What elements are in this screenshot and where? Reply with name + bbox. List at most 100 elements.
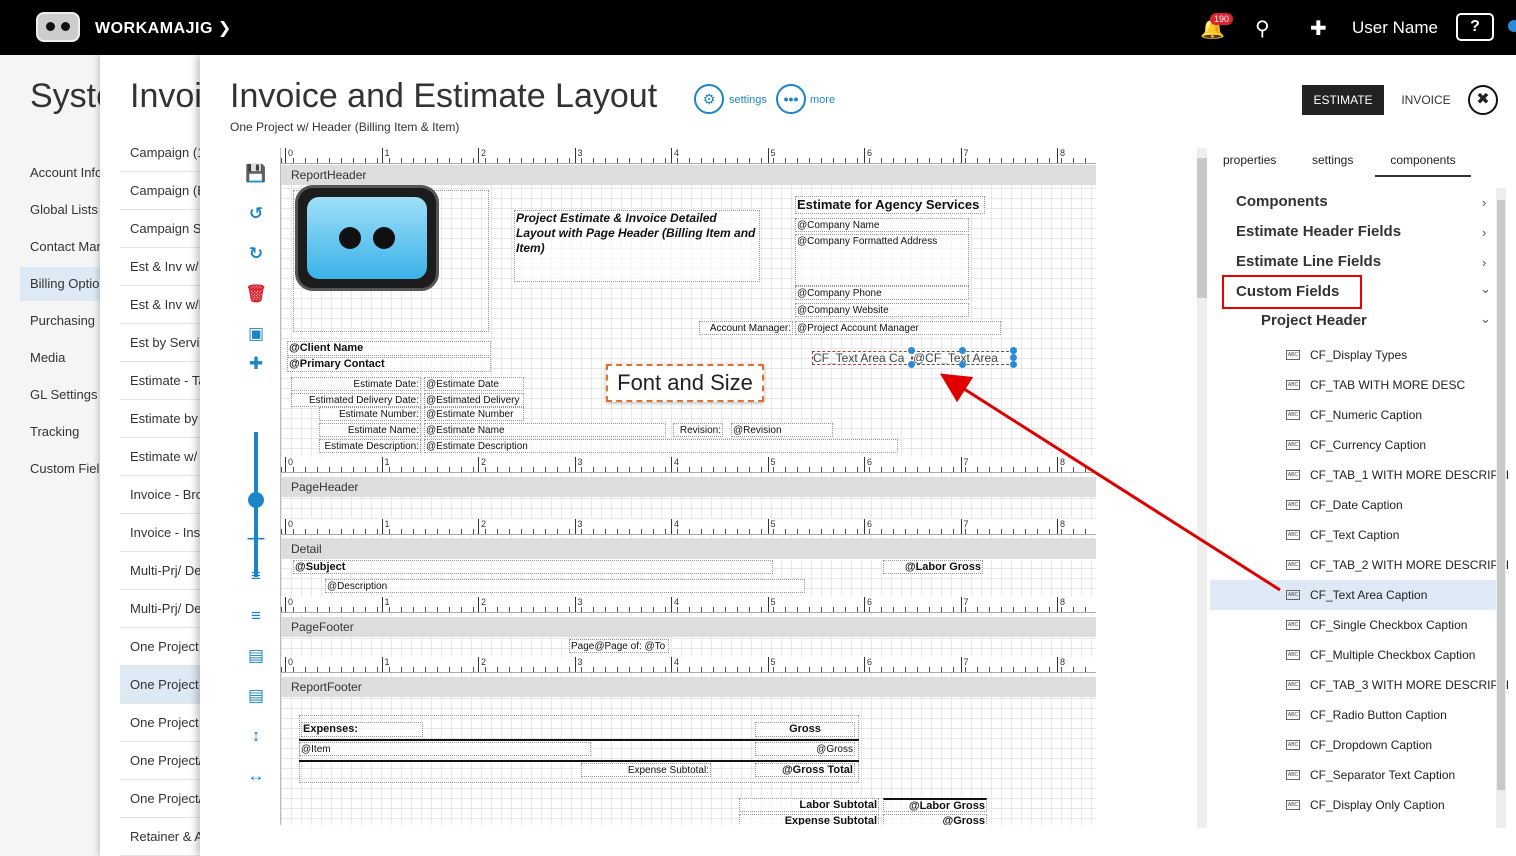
close-button[interactable]: ✖ <box>1468 85 1498 115</box>
custom-field-item[interactable]: ABC CF_TAB_1 WITH MORE DESCRIPTI <box>1210 460 1509 490</box>
system-menu-item[interactable]: Account Info <box>20 156 110 190</box>
invoice-toggle-button[interactable]: INVOICE <box>1390 85 1462 115</box>
gross-column-label[interactable]: Gross <box>755 722 855 737</box>
section-estimate-line-fields[interactable]: Estimate Line Fields <box>1236 253 1381 270</box>
resize-handle[interactable] <box>959 361 966 368</box>
estimate-date-label[interactable]: Estimate Date: <box>291 377 421 391</box>
custom-field-item[interactable]: ABC CF_Text Caption <box>1210 520 1496 550</box>
layout-list-item[interactable]: Retainer & A <box>120 818 210 856</box>
layout-list-item[interactable]: Invoice - Inse <box>120 514 210 552</box>
custom-field-item[interactable]: ABC CF_Numeric Caption <box>1210 400 1496 430</box>
labor-gross-field[interactable]: @Labor Gross <box>883 560 983 574</box>
custom-field-item[interactable]: ABC CF_TAB_3 WITH MORE DESCRIPTI <box>1210 670 1509 700</box>
custom-field-item[interactable]: ABC CF_Single Checkbox Caption <box>1210 610 1496 640</box>
trash-icon[interactable]: 🗑 <box>245 283 267 305</box>
layout-list-item[interactable]: Estimate w/ ( <box>120 438 210 476</box>
plus-icon[interactable]: ✚ <box>1310 16 1327 41</box>
revision-field[interactable]: @Revision <box>731 423 833 437</box>
company-name-field[interactable]: @Company Name <box>795 218 969 232</box>
custom-field-item[interactable]: ABC CF_Multiple Checkbox Caption <box>1210 640 1496 670</box>
band-report-footer[interactable]: ReportFooter <box>281 677 1096 697</box>
layout-list-item[interactable]: One Project S <box>120 628 210 666</box>
align-top-icon[interactable]: ▤ <box>245 645 267 667</box>
system-menu-item[interactable]: GL Settings <box>20 378 110 412</box>
app-name-menu[interactable]: WORKAMAJIG ❯ <box>95 18 232 38</box>
custom-field-item[interactable]: ABC CF_Separator Text Caption <box>1210 760 1496 790</box>
system-menu-item[interactable]: Purchasing <box>20 304 110 338</box>
band-page-header[interactable]: PageHeader <box>281 477 1096 497</box>
zoom-out-icon[interactable]: — <box>245 527 267 549</box>
section-components[interactable]: Components <box>1236 193 1328 210</box>
delivery-date-label[interactable]: Estimated Delivery Date: <box>291 393 421 407</box>
account-manager-label[interactable]: Account Manager: <box>699 321 793 335</box>
custom-field-item[interactable]: ABC CF_Radio Button Caption <box>1210 700 1496 730</box>
estimate-description-label[interactable]: Estimate Description: <box>319 439 421 453</box>
layout-title-field[interactable]: Project Estimate & Invoice Detailed Layo… <box>514 210 760 282</box>
account-manager-field[interactable]: @Project Account Manager <box>795 321 1001 335</box>
tab-settings[interactable]: settings <box>1312 153 1353 167</box>
layout-list-item[interactable]: Multi-Prj/ De <box>120 590 210 628</box>
more-label[interactable]: more <box>810 94 835 106</box>
user-name[interactable]: User Name <box>1352 18 1438 38</box>
resize-handle[interactable] <box>1010 361 1017 368</box>
components-scrollbar[interactable] <box>1496 188 1506 828</box>
company-logo-image[interactable] <box>295 185 439 291</box>
system-menu-item[interactable]: Media <box>20 341 110 375</box>
redo-icon[interactable]: ↻ <box>245 243 267 265</box>
horizontal-resize-icon[interactable]: ↔ <box>245 765 267 787</box>
undo-icon[interactable]: ↺ <box>245 203 267 225</box>
resize-handle[interactable] <box>1010 347 1017 354</box>
estimate-toggle-button[interactable]: ESTIMATE <box>1302 85 1384 115</box>
subject-field[interactable]: @Subject <box>293 560 773 574</box>
item-field[interactable]: @Item <box>299 742 591 756</box>
align-left-icon[interactable]: ≡ <box>245 565 267 587</box>
layout-list-item[interactable]: One Project/ <box>120 742 210 780</box>
layout-list-item[interactable]: One Project v <box>120 666 210 704</box>
custom-field-item[interactable]: ABC CF_TAB_2 WITH MORE DESCRIPTI <box>1210 550 1509 580</box>
settings-button[interactable]: ⚙ <box>694 84 724 114</box>
page-number-field[interactable]: Page@Page of: @To <box>569 639 669 653</box>
estimate-name-label[interactable]: Estimate Name: <box>319 423 421 437</box>
band-detail[interactable]: Detail <box>281 539 1096 559</box>
canvas-scrollbar[interactable] <box>1197 148 1207 828</box>
resize-handle[interactable] <box>1010 354 1017 361</box>
expenses-label[interactable]: Expenses: <box>301 722 423 737</box>
resize-handle[interactable] <box>908 347 915 354</box>
custom-field-item[interactable]: ABC CF_Display Types <box>1210 340 1496 370</box>
layout-list-item[interactable]: Est by Servic <box>120 324 210 362</box>
layout-list-item[interactable]: Campaign Su <box>120 210 210 248</box>
system-menu-item[interactable]: Tracking <box>20 415 110 449</box>
chevron-down-icon[interactable]: ⌄ <box>1480 311 1491 327</box>
layout-list-item[interactable]: One Project/ <box>120 780 210 818</box>
band-page-footer[interactable]: PageFooter <box>281 617 1096 637</box>
band-report-header[interactable]: ReportHeader <box>281 165 1096 185</box>
layout-list-item[interactable]: Invoice - Bro <box>120 476 210 514</box>
revision-label[interactable]: Revision: <box>673 423 723 437</box>
system-menu-item[interactable]: Contact Man <box>20 230 110 264</box>
layout-list-item[interactable]: Campaign (1 <box>120 134 210 172</box>
tab-properties[interactable]: properties <box>1223 153 1276 167</box>
layout-list-item[interactable]: Estimate by S <box>120 400 210 438</box>
font-and-size-callout[interactable]: Font and Size <box>606 364 764 402</box>
help-button[interactable]: ? <box>1456 13 1494 41</box>
subsection-project-header[interactable]: Project Header <box>1261 312 1367 329</box>
system-menu-item[interactable]: Custom Field <box>20 452 110 486</box>
company-phone-field[interactable]: @Company Phone <box>795 286 969 300</box>
company-address-field[interactable]: @Company Formatted Address <box>795 234 969 286</box>
custom-field-item[interactable]: ABC CF_Display Only Caption <box>1210 790 1496 820</box>
more-button[interactable]: ••• <box>776 84 806 114</box>
chevron-down-icon[interactable]: ⌄ <box>1480 281 1491 297</box>
description-field[interactable]: @Description <box>325 579 805 593</box>
section-custom-fields[interactable]: Custom Fields <box>1236 283 1339 300</box>
layout-list-item[interactable]: Multi-Prj/ De <box>120 552 210 590</box>
system-menu-item[interactable]: Billing Optio <box>20 267 110 301</box>
layout-list-item[interactable]: Est & Inv w/ S <box>120 248 210 286</box>
layout-list-item[interactable]: Campaign (B <box>120 172 210 210</box>
estimate-date-field[interactable]: @Estimate Date <box>424 377 524 391</box>
estimate-number-field[interactable]: @Estimate Number <box>424 407 524 421</box>
save-icon[interactable]: 💾 <box>245 163 267 185</box>
delivery-date-field[interactable]: @Estimated Delivery <box>424 393 524 407</box>
estimate-name-field[interactable]: @Estimate Name <box>424 423 666 437</box>
gross-total-field[interactable]: @Gross Total <box>755 763 855 777</box>
agency-title-field[interactable]: Estimate for Agency Services <box>795 196 985 214</box>
